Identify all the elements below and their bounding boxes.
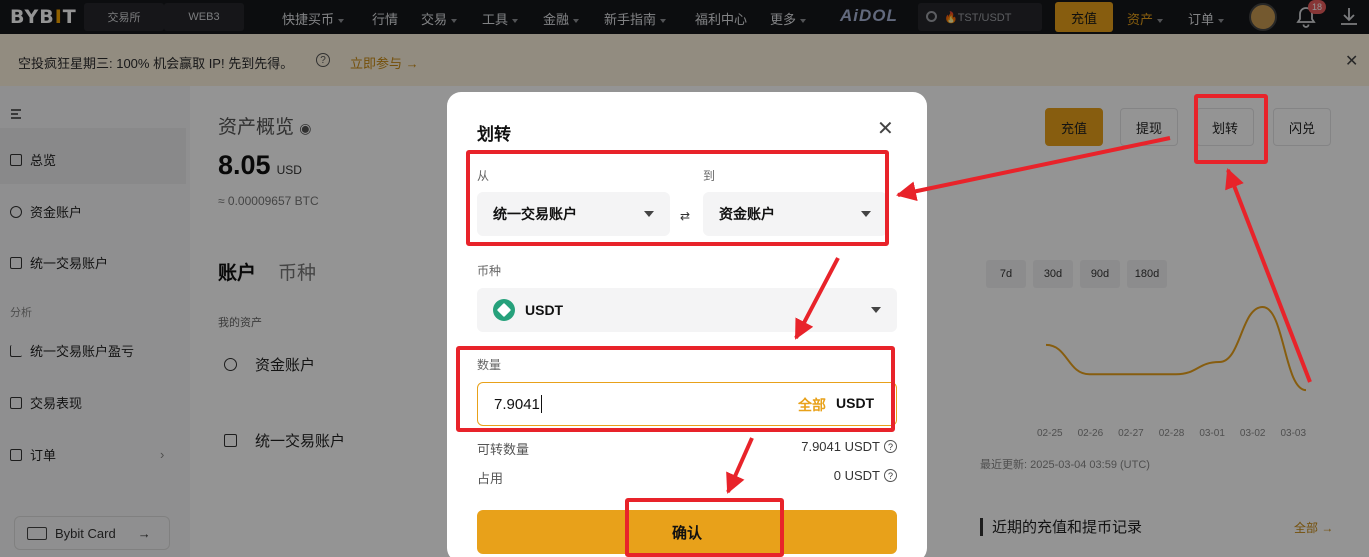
annotation-arrows	[726, 136, 1312, 494]
arrow-to-transfer	[1225, 168, 1312, 383]
arrow-to-confirm	[726, 437, 754, 494]
arrow-to-accounts	[896, 136, 1171, 202]
arrow-to-quantity	[794, 257, 840, 340]
